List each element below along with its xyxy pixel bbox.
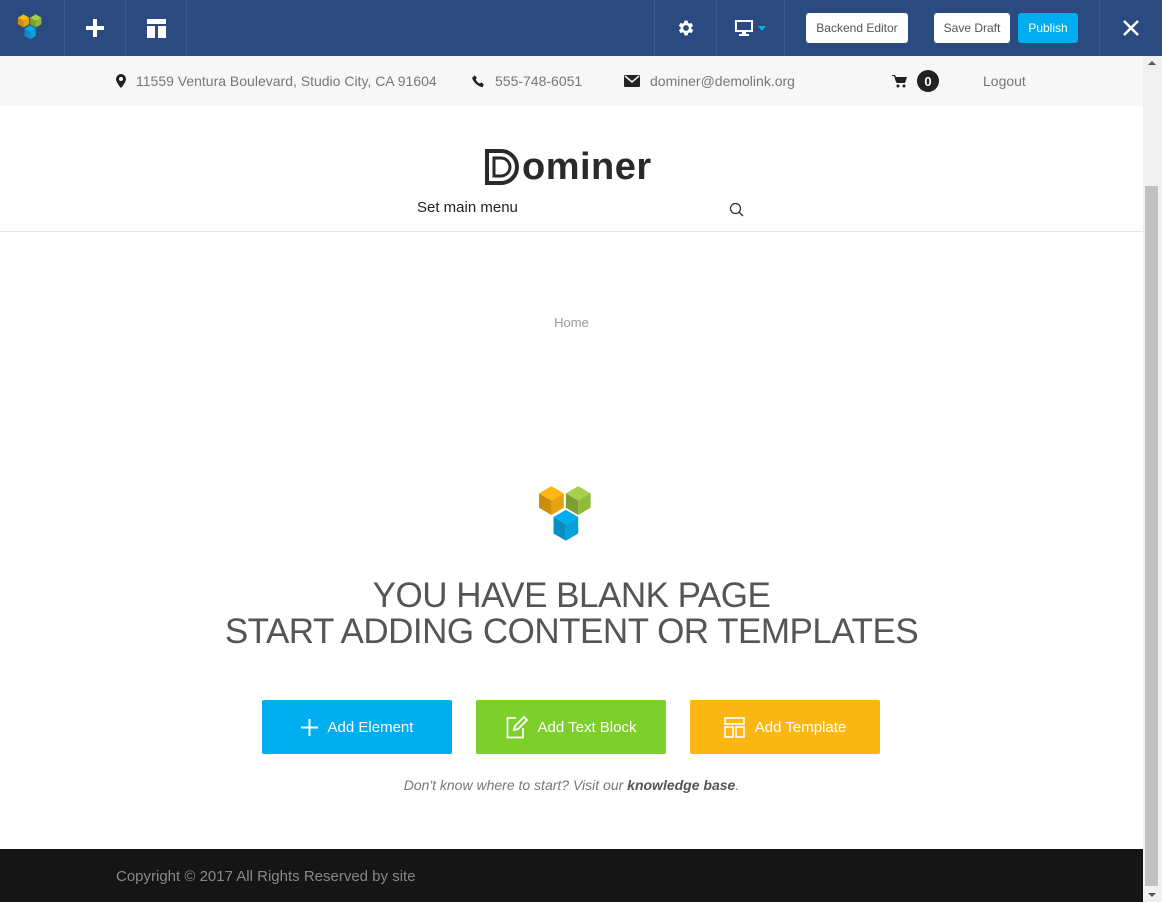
vc-cubes-icon	[17, 14, 42, 40]
chevron-down-icon	[758, 25, 766, 31]
add-template-label: Add Template	[754, 718, 847, 736]
knowledge-base-link[interactable]: knowledge base	[627, 777, 735, 793]
email-text: dominer@demolink.org	[650, 73, 795, 89]
templates-toolbar-button[interactable]	[126, 0, 187, 56]
plus-icon	[86, 19, 104, 37]
cart-button[interactable]: 0	[892, 56, 939, 106]
page-scrollbar[interactable]	[1143, 56, 1162, 902]
blank-title-line1: YOU HAVE BLANK PAGE	[372, 576, 771, 615]
close-icon	[1123, 20, 1139, 36]
envelope-icon	[624, 75, 640, 87]
shopping-cart-icon	[892, 74, 907, 87]
phone-text: 555-748-6051	[495, 73, 583, 89]
scroll-thumb[interactable]	[1145, 186, 1158, 886]
hint-suffix: .	[735, 777, 740, 793]
blank-page-title: YOU HAVE BLANK PAGE START ADDING CONTENT…	[0, 578, 1143, 650]
hint-text: Don't know where to start? Visit our	[403, 777, 628, 793]
site-logo[interactable]: ominer	[484, 144, 652, 186]
phone-item[interactable]: 555-748-6051	[472, 56, 582, 106]
breadcrumb-home[interactable]: Home	[554, 315, 589, 330]
vc-cubes-icon	[539, 486, 591, 541]
template-icon	[723, 716, 745, 738]
save-draft-button[interactable]: Save Draft	[934, 13, 1010, 43]
add-text-block-label: Add Text Block	[537, 718, 637, 736]
publish-button[interactable]: Publish	[1018, 13, 1078, 43]
knowledge-base-hint: Don't know where to start? Visit our kno…	[0, 777, 1143, 793]
main-menu-placeholder[interactable]: Set main menu	[417, 199, 518, 216]
add-element-toolbar-button[interactable]	[65, 0, 126, 56]
gear-icon	[678, 20, 693, 36]
settings-button[interactable]	[654, 0, 716, 56]
add-element-label: Add Element	[327, 718, 414, 736]
edit-icon	[506, 715, 528, 739]
search-button[interactable]	[729, 202, 744, 222]
plus-icon	[300, 718, 318, 736]
desktop-monitor-icon	[735, 20, 753, 36]
close-editor-button[interactable]	[1099, 0, 1162, 56]
contact-info-bar: 11559 Ventura Boulevard, Studio City, CA…	[0, 56, 1143, 106]
vc-blank-logo	[538, 483, 602, 554]
phone-icon	[472, 74, 484, 87]
blank-title-line2: START ADDING CONTENT OR TEMPLATES	[224, 612, 919, 651]
logout-link[interactable]: Logout	[983, 56, 1026, 106]
logo-text: ominer	[522, 146, 652, 188]
site-footer: Copyright © 2017 All Rights Reserved by …	[0, 849, 1143, 902]
responsive-view-dropdown[interactable]	[716, 0, 785, 56]
add-element-button[interactable]: Add Element	[262, 700, 452, 754]
search-icon	[729, 202, 744, 217]
copyright-text: Copyright © 2017 All Rights Reserved by …	[116, 868, 416, 885]
layout-icon	[146, 18, 166, 38]
address-item: 11559 Ventura Boulevard, Studio City, CA…	[116, 56, 437, 106]
add-text-block-button[interactable]: Add Text Block	[476, 700, 666, 754]
scroll-down-arrow[interactable]	[1148, 893, 1156, 897]
scroll-up-arrow[interactable]	[1148, 61, 1156, 65]
add-template-button[interactable]: Add Template	[690, 700, 880, 754]
email-item[interactable]: dominer@demolink.org	[624, 56, 795, 106]
header-divider	[0, 231, 1143, 232]
map-marker-icon	[116, 74, 126, 88]
address-text: 11559 Ventura Boulevard, Studio City, CA…	[136, 73, 437, 89]
breadcrumb: Home	[0, 315, 1143, 330]
cart-count-badge: 0	[917, 70, 939, 92]
editor-toolbar: Backend Editor Save Draft Publish	[0, 0, 1162, 56]
backend-editor-button[interactable]: Backend Editor	[806, 13, 908, 43]
logo-d-mark-icon	[485, 149, 519, 185]
vc-logo-button[interactable]	[0, 0, 65, 56]
